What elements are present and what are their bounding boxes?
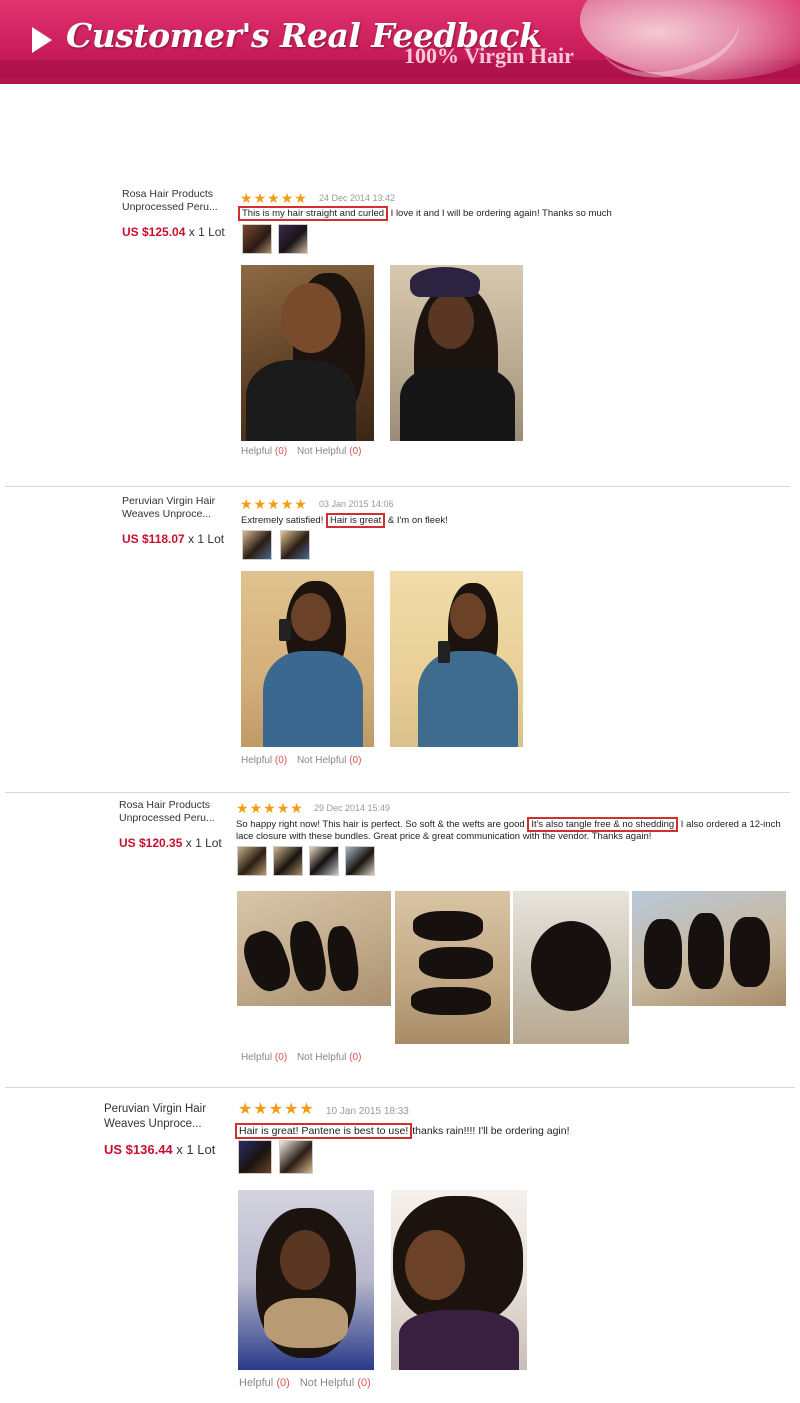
star-icon: ★	[267, 190, 280, 206]
star-icon: ★	[268, 1101, 284, 1118]
price-amount: US $125.04	[122, 225, 186, 239]
divider	[5, 486, 790, 487]
product-name[interactable]: Rosa Hair Products Unprocessed Peru...	[119, 799, 229, 825]
star-icon: ★	[294, 496, 307, 512]
review-photo[interactable]	[237, 891, 391, 1006]
star-icon: ★	[299, 1101, 314, 1118]
product-name[interactable]: Rosa Hair Products Unprocessed Peru...	[122, 188, 232, 214]
review-thumbnail[interactable]	[242, 530, 272, 560]
review-date: 24 Dec 2014 13:42	[319, 193, 396, 203]
helpful-links: Helpful (0) Not Helpful (0)	[241, 446, 368, 457]
star-icon: ★	[249, 800, 263, 816]
divider	[5, 792, 790, 793]
star-icon: ★	[240, 496, 253, 512]
review-photo[interactable]	[513, 891, 629, 1044]
star-icon: ★	[263, 800, 276, 816]
review-thumbnail[interactable]	[345, 846, 375, 876]
helpful-button[interactable]: Helpful (0)	[241, 755, 287, 766]
quantity: x 1 Lot	[188, 225, 225, 239]
helpful-button[interactable]: Helpful (0)	[239, 1377, 290, 1389]
star-icon: ★	[267, 496, 280, 512]
star-icon: ★	[276, 800, 290, 816]
review-photo[interactable]	[390, 571, 523, 747]
review-photo[interactable]	[241, 571, 374, 747]
not-helpful-button[interactable]: Not Helpful (0)	[300, 1377, 371, 1389]
price-amount: US $136.44	[104, 1142, 173, 1157]
review-photo[interactable]	[390, 265, 523, 441]
review-photo[interactable]	[395, 891, 510, 1044]
review-thumbnail[interactable]	[280, 530, 310, 560]
order-price: US $120.35 x 1 Lot	[119, 836, 222, 850]
star-rating: ★ ★ ★ ★ ★	[236, 801, 303, 815]
review-date: 10 Jan 2015 18:33	[326, 1106, 409, 1117]
helpful-links: Helpful (0) Not Helpful (0)	[239, 1377, 378, 1389]
not-helpful-button[interactable]: Not Helpful (0)	[297, 755, 361, 766]
star-icon: ★	[294, 190, 307, 206]
highlighted-phrase: It's also tangle free & no shedding	[527, 817, 679, 832]
review-text: Extremely satisfied! Hair is great & I'm…	[241, 513, 448, 528]
review-photo[interactable]	[241, 265, 374, 441]
helpful-button[interactable]: Helpful (0)	[241, 1052, 287, 1063]
not-helpful-button[interactable]: Not Helpful (0)	[297, 1052, 361, 1063]
review-text: This is my hair straight and curled I lo…	[238, 206, 778, 221]
star-icon: ★	[280, 190, 294, 206]
star-rating: ★ ★ ★ ★ ★	[238, 1101, 314, 1118]
price-amount: US $120.35	[119, 836, 183, 850]
review-thumbnail[interactable]	[238, 1140, 272, 1174]
star-rating: ★ ★ ★ ★ ★	[240, 191, 307, 205]
quantity: x 1 Lot	[188, 532, 225, 546]
review-thumbnail[interactable]	[309, 846, 339, 876]
review-thumbnail[interactable]	[273, 846, 303, 876]
star-icon: ★	[238, 1101, 253, 1118]
review-thumbnail[interactable]	[278, 224, 308, 254]
star-rating: ★ ★ ★ ★ ★	[240, 497, 307, 511]
review-date: 29 Dec 2014 15:49	[314, 803, 391, 813]
price-amount: US $118.07	[122, 532, 185, 546]
product-name[interactable]: Peruvian Virgin Hair Weaves Unproce...	[122, 495, 232, 521]
highlighted-phrase: This is my hair straight and curled	[238, 206, 389, 221]
star-icon: ★	[236, 800, 249, 816]
divider	[5, 1087, 795, 1088]
order-price: US $125.04 x 1 Lot	[122, 225, 225, 239]
star-icon: ★	[253, 496, 267, 512]
review-photo[interactable]	[391, 1190, 527, 1370]
product-name[interactable]: Peruvian Virgin Hair Weaves Unproce...	[104, 1102, 224, 1132]
review-thumbnail[interactable]	[237, 846, 267, 876]
order-price: US $118.07 x 1 Lot	[122, 532, 224, 546]
helpful-button[interactable]: Helpful (0)	[241, 446, 287, 457]
play-triangle-icon	[32, 27, 52, 53]
star-icon: ★	[253, 1101, 268, 1118]
star-icon: ★	[290, 800, 303, 816]
review-photo[interactable]	[632, 891, 786, 1006]
review-text: Hair is great! Pantene is best to use! th…	[235, 1123, 785, 1139]
highlighted-phrase: Hair is great! Pantene is best to use!	[235, 1123, 413, 1139]
review-text: So happy right now! This hair is perfect…	[236, 817, 781, 842]
review-photo[interactable]	[238, 1190, 374, 1370]
star-icon: ★	[240, 190, 253, 206]
banner-subtitle: 100% Virgin Hair	[404, 43, 574, 68]
star-icon: ★	[284, 1101, 299, 1118]
quantity: x 1 Lot	[185, 836, 222, 850]
quantity: x 1 Lot	[176, 1142, 216, 1157]
star-icon: ★	[253, 190, 267, 206]
review-thumbnail[interactable]	[279, 1140, 313, 1174]
review-thumbnail[interactable]	[242, 224, 272, 254]
star-icon: ★	[280, 496, 294, 512]
helpful-links: Helpful (0) Not Helpful (0)	[241, 1052, 368, 1063]
highlighted-phrase: Hair is great	[326, 513, 386, 528]
header-banner: Customer's Real Feedback 100% Virgin Hai…	[0, 0, 800, 84]
review-date: 03 Jan 2015 14:06	[319, 499, 394, 509]
order-price: US $136.44 x 1 Lot	[104, 1142, 215, 1157]
helpful-links: Helpful (0) Not Helpful (0)	[241, 755, 368, 766]
not-helpful-button[interactable]: Not Helpful (0)	[297, 446, 361, 457]
